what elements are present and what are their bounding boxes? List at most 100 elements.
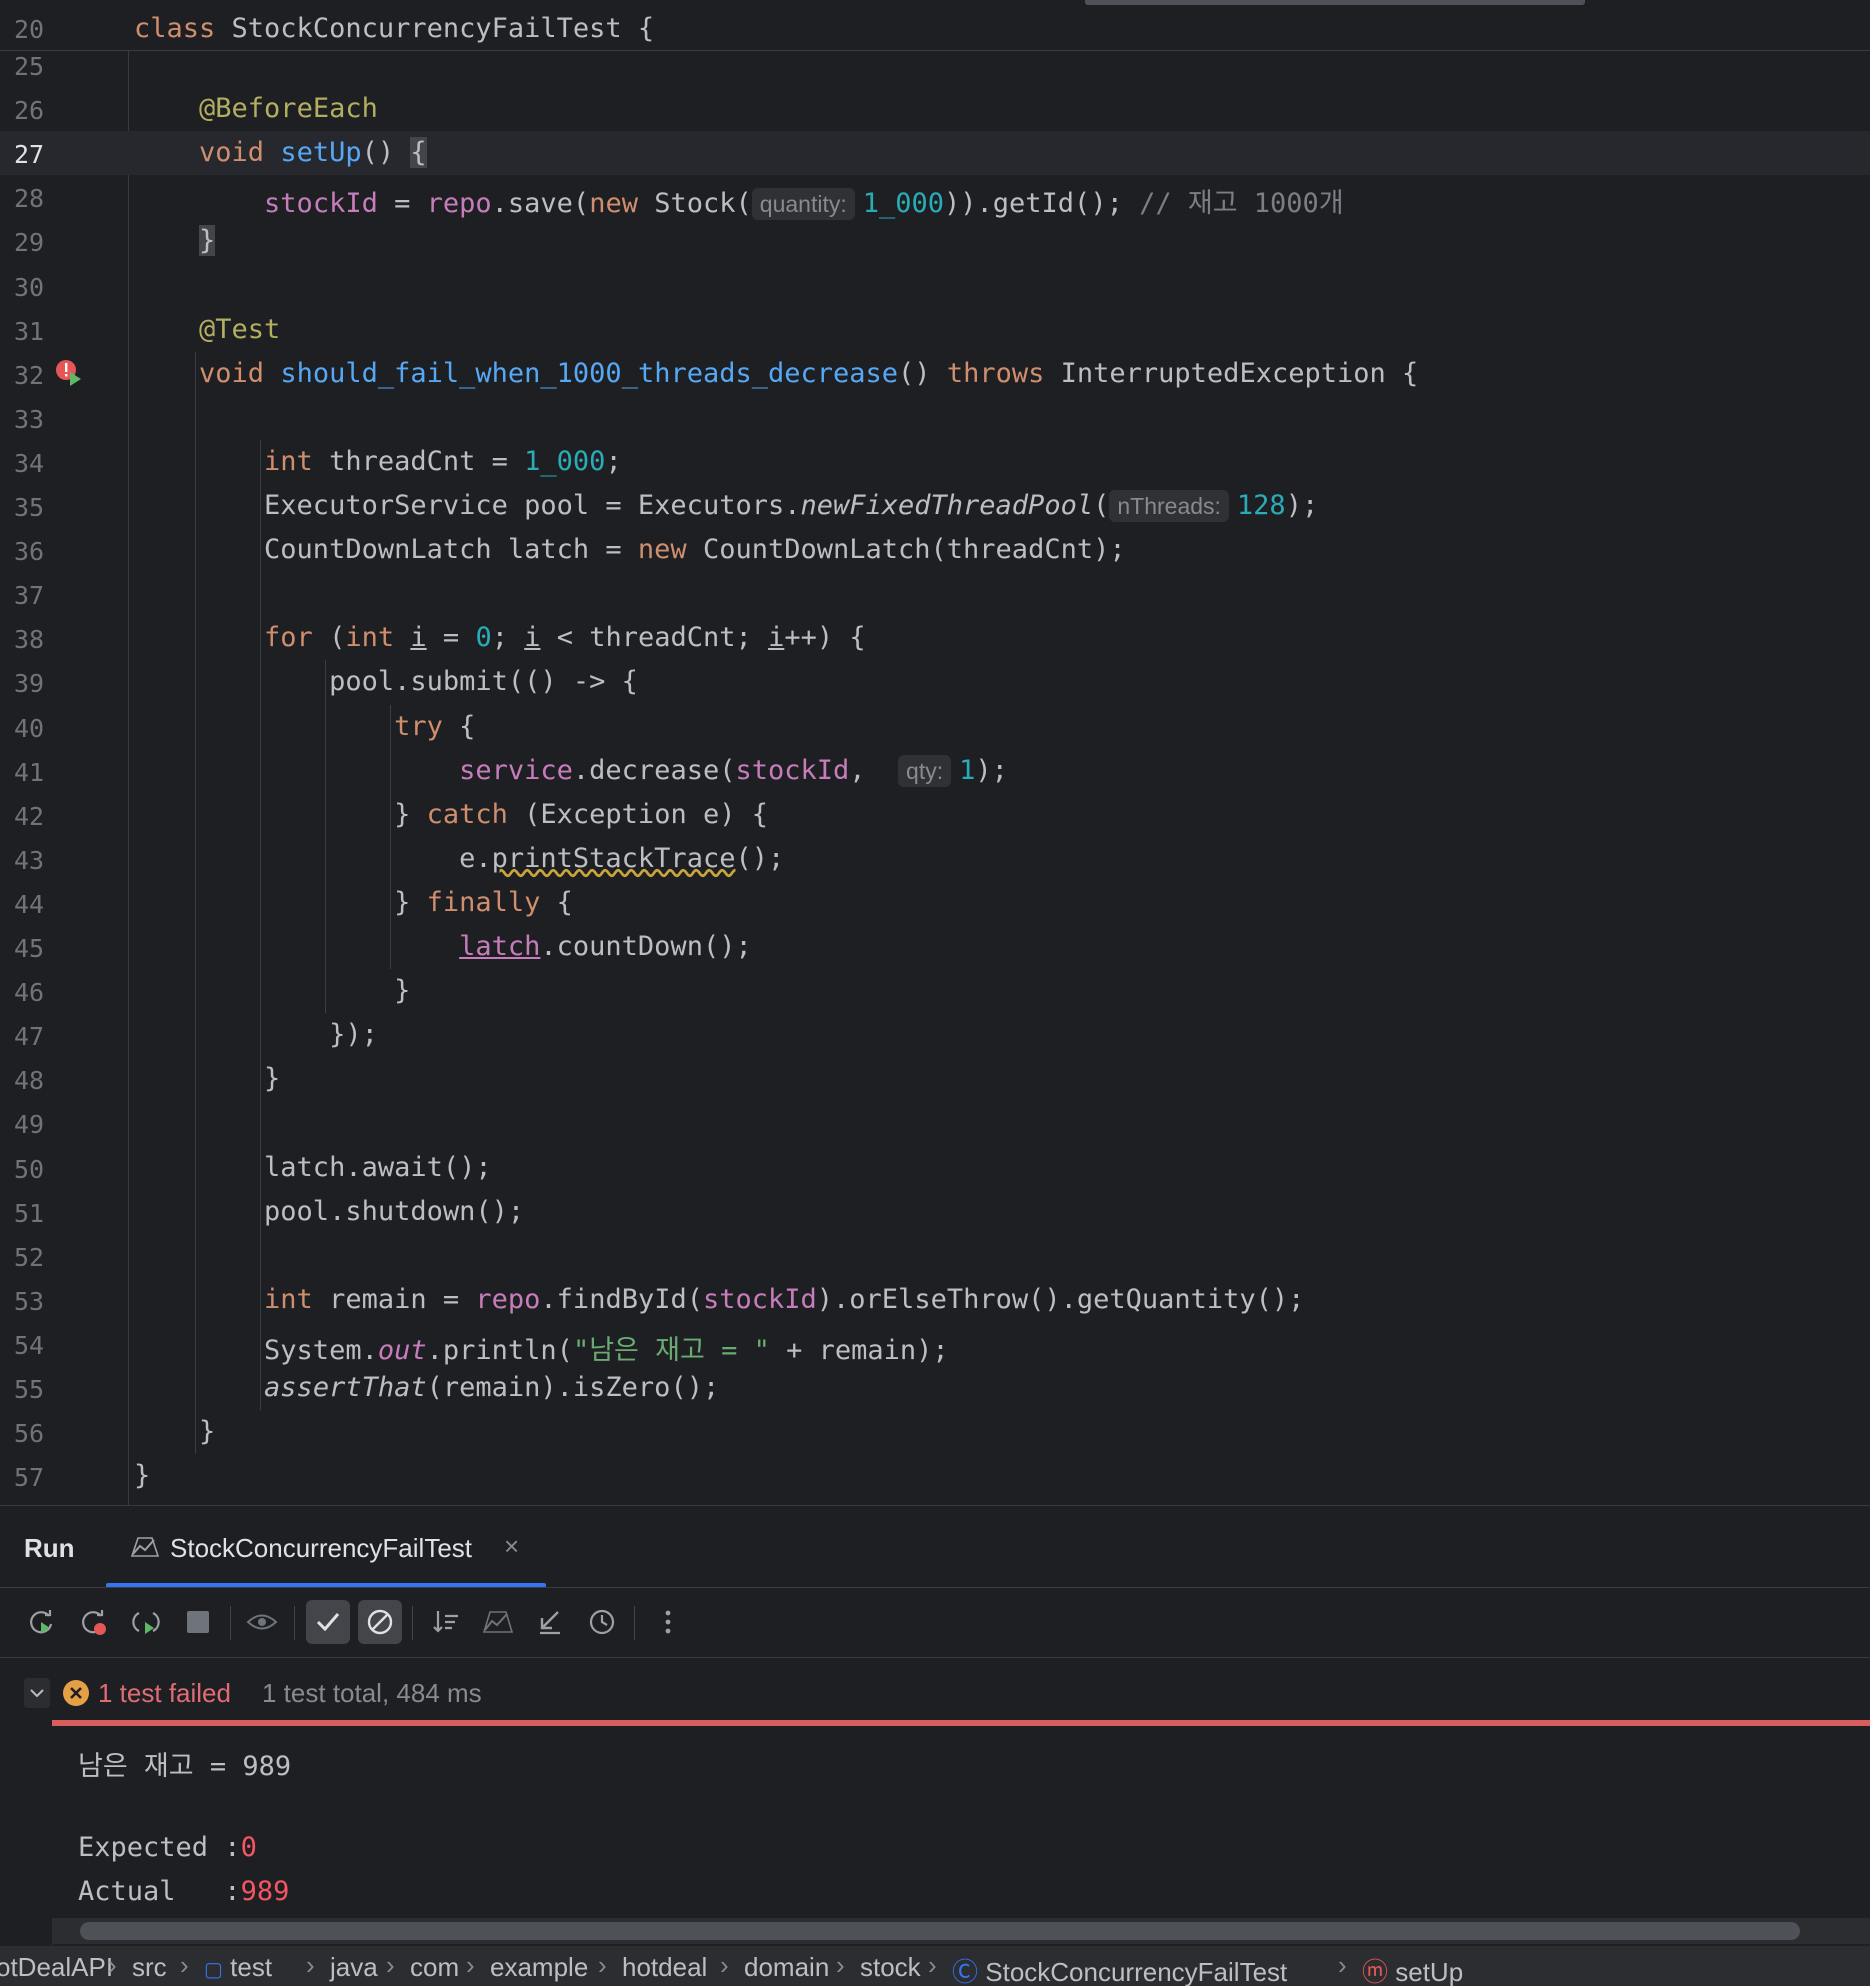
- code-line[interactable]: 42 } catch (Exception e) {: [0, 793, 1870, 837]
- show-passed-toggle[interactable]: [306, 1600, 350, 1644]
- breadcrumb-item[interactable]: Ⓒ StockConcurrencyFailTest: [952, 1952, 1287, 1986]
- rerun-button[interactable]: [20, 1600, 64, 1644]
- code-line[interactable]: 53 int remain = repo.findById(stockId).o…: [0, 1278, 1870, 1322]
- run-test-failed-icon[interactable]: [54, 358, 84, 388]
- code-line[interactable]: 31 @Test: [0, 308, 1870, 352]
- line-number: 48: [14, 1066, 45, 1096]
- code-line[interactable]: 46 }: [0, 969, 1870, 1013]
- code-text: pool.shutdown();: [134, 1196, 524, 1227]
- code-line[interactable]: 32 void should_fail_when_1000_threads_de…: [0, 352, 1870, 396]
- code-line[interactable]: 56 }: [0, 1410, 1870, 1454]
- code-line[interactable]: 57}: [0, 1454, 1870, 1498]
- rerun-failed-button[interactable]: [72, 1600, 116, 1644]
- run-toolbar: [0, 1587, 1870, 1658]
- code-token: }: [199, 225, 216, 257]
- line-number: 28: [14, 184, 45, 214]
- code-token: (): [361, 137, 411, 169]
- code-line[interactable]: 48 }: [0, 1057, 1870, 1101]
- toggle-auto-test-button[interactable]: [124, 1600, 168, 1644]
- code-text: }: [134, 1416, 215, 1447]
- breadcrumb-item[interactable]: ▢ test: [204, 1952, 272, 1983]
- breadcrumb-label: setUp: [1395, 1957, 1464, 1986]
- code-line[interactable]: 38 for (int i = 0; i < threadCnt; i++) {: [0, 616, 1870, 660]
- line-number: 25: [14, 52, 45, 81]
- code-line[interactable]: 45 latch.countDown();: [0, 925, 1870, 969]
- close-icon[interactable]: ×: [504, 1531, 519, 1562]
- line-number: 43: [14, 845, 45, 875]
- sort-button[interactable]: [424, 1600, 468, 1644]
- import-tests-button[interactable]: [476, 1600, 520, 1644]
- chevron-right-icon: ›: [466, 1950, 475, 1980]
- code-token: ExecutorService pool = Executors.: [134, 490, 801, 521]
- code-line[interactable]: 50 latch.await();: [0, 1146, 1870, 1190]
- console-horizontal-scrollbar[interactable]: [80, 1922, 1800, 1940]
- breadcrumb-item[interactable]: com: [410, 1952, 459, 1983]
- code-line[interactable]: 55 assertThat(remain).isZero();: [0, 1366, 1870, 1410]
- sticky-class-header[interactable]: 20 class StockConcurrencyFailTest {: [0, 5, 1870, 51]
- breadcrumb-item[interactable]: ⓜ setUp: [1362, 1952, 1463, 1986]
- code-line[interactable]: 43 e.printStackTrace();: [0, 837, 1870, 881]
- breadcrumb-item[interactable]: otDealAPI: [0, 1952, 113, 1983]
- show-passed-button[interactable]: [240, 1600, 284, 1644]
- code-line[interactable]: 39 pool.submit(() -> {: [0, 660, 1870, 704]
- code-line[interactable]: 26 @BeforeEach: [0, 87, 1870, 131]
- collapse-button[interactable]: [528, 1600, 572, 1644]
- code-line[interactable]: 35 ExecutorService pool = Executors.newF…: [0, 484, 1870, 528]
- breadcrumb-item[interactable]: src: [132, 1952, 167, 1983]
- code-token: ,: [849, 754, 899, 786]
- code-token: );: [1285, 490, 1319, 521]
- code-line[interactable]: 30: [0, 264, 1870, 308]
- code-text: }: [134, 1063, 280, 1094]
- code-line[interactable]: 49: [0, 1101, 1870, 1145]
- chevron-down-icon[interactable]: [24, 1678, 50, 1708]
- code-line[interactable]: 34 int threadCnt = 1_000;: [0, 440, 1870, 484]
- breadcrumb-item[interactable]: hotdeal: [622, 1952, 707, 1983]
- code-token: service: [459, 754, 573, 786]
- run-tab-stock-concurrency-fail-test[interactable]: StockConcurrencyFailTest ×: [106, 1506, 546, 1588]
- sticky-code: class StockConcurrencyFailTest {: [134, 13, 654, 44]
- code-line[interactable]: 40 try {: [0, 705, 1870, 749]
- code-text: for (int i = 0; i < threadCnt; i++) {: [134, 622, 866, 653]
- code-token: }: [134, 798, 427, 830]
- stop-button[interactable]: [176, 1600, 220, 1644]
- code-line[interactable]: 29 }: [0, 219, 1870, 263]
- more-vertical-icon: [665, 1610, 671, 1634]
- breadcrumb-item[interactable]: java: [330, 1952, 378, 1983]
- breadcrumb-item[interactable]: stock: [860, 1952, 921, 1983]
- code-token: .countDown();: [540, 931, 752, 962]
- run-tab-label: StockConcurrencyFailTest: [170, 1533, 472, 1563]
- code-editor[interactable]: 25 26 @BeforeEach 27 void setUp() {28 stoc…: [0, 0, 1870, 1505]
- breadcrumb-label: StockConcurrencyFailTest: [985, 1957, 1288, 1986]
- breadcrumb-item[interactable]: domain: [744, 1952, 829, 1983]
- line-number: 54: [14, 1330, 45, 1360]
- code-line[interactable]: 27 void setUp() {: [0, 131, 1870, 176]
- code-line[interactable]: 37: [0, 572, 1870, 616]
- test-status-row[interactable]: 1 test failed 1 test total, 484 ms: [0, 1657, 1870, 1728]
- code-line[interactable]: 52: [0, 1234, 1870, 1278]
- show-ignored-toggle[interactable]: [358, 1600, 402, 1644]
- console-output[interactable]: 남은 재고 = 989 Expected :0 Actual :989: [52, 1726, 1870, 1920]
- history-chart-icon: [482, 1611, 514, 1633]
- code-line[interactable]: 36 CountDownLatch latch = new CountDownL…: [0, 528, 1870, 572]
- breadcrumb-item[interactable]: example: [490, 1952, 588, 1983]
- code-line[interactable]: 44 } finally {: [0, 881, 1870, 925]
- history-button[interactable]: [580, 1600, 624, 1644]
- code-token: (: [312, 622, 346, 654]
- code-token: i: [410, 622, 427, 654]
- breadcrumb-label: com: [410, 1952, 460, 1982]
- code-line[interactable]: 47 });: [0, 1013, 1870, 1057]
- actual-line: Actual :989: [78, 1876, 289, 1907]
- code-line[interactable]: 28 stockId = repo.save(new Stock(quantit…: [0, 175, 1870, 221]
- code-line[interactable]: 51 pool.shutdown();: [0, 1190, 1870, 1234]
- more-options-button[interactable]: [646, 1600, 690, 1644]
- code-line[interactable]: 54 System.out.println("남은 재고 = " + remai…: [0, 1322, 1870, 1366]
- code-token: ++) {: [784, 622, 866, 654]
- code-line[interactable]: 33: [0, 396, 1870, 440]
- code-line[interactable]: 41 service.decrease(stockId, qty: 1);: [0, 749, 1870, 793]
- sticky-keyword: class: [134, 13, 216, 44]
- code-token: + remain);: [769, 1334, 949, 1366]
- code-token: stockId: [735, 754, 850, 786]
